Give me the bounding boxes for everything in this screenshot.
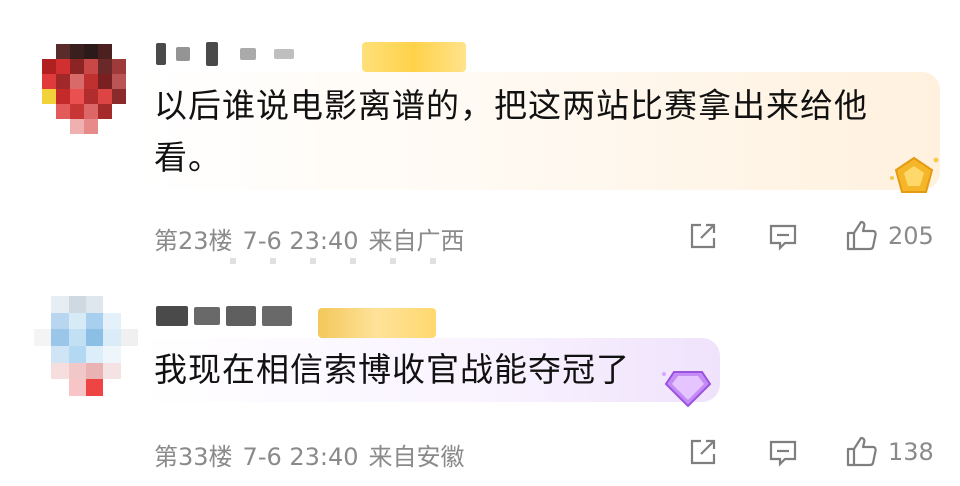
like-button[interactable]: 205 (844, 218, 934, 254)
user-badge (362, 42, 466, 72)
divider-artifact (230, 258, 460, 264)
floor-number: 第33楼 (154, 443, 233, 471)
comment-button[interactable] (766, 435, 800, 469)
avatar[interactable] (42, 44, 126, 134)
comment-item: 以后谁说电影离谱的，把这两站比赛拿出来给他看。 第23楼 7-6 23:40 来自广… (0, 0, 960, 270)
like-button[interactable]: 138 (844, 434, 934, 470)
comment-icon (769, 224, 797, 251)
comment-button[interactable] (766, 219, 800, 253)
comment-actions: 205 (686, 218, 934, 254)
comment-meta: 第33楼 7-6 23:40 来自安徽 (154, 437, 475, 472)
share-button[interactable] (686, 219, 720, 253)
comment-text: 我现在相信索博收官战能夺冠了 (154, 350, 630, 389)
share-icon (690, 439, 716, 465)
like-count: 205 (888, 222, 934, 250)
purple-gem-icon (662, 371, 712, 408)
ip-location: 来自广西 (368, 227, 465, 255)
ip-location: 来自安徽 (368, 443, 465, 471)
avatar[interactable] (34, 296, 138, 396)
username-blurred[interactable] (156, 306, 292, 326)
gold-gem-icon (890, 156, 939, 193)
thumb-up-icon (846, 436, 877, 467)
share-icon (690, 223, 716, 249)
like-count: 138 (888, 438, 934, 466)
comment-icon (769, 440, 797, 467)
comment-time: 7-6 23:40 (242, 443, 359, 471)
floor-number: 第23楼 (154, 227, 233, 255)
comment-text: 以后谁说电影离谱的，把这两站比赛拿出来给他看。 (154, 86, 868, 177)
comment-meta: 第23楼 7-6 23:40 来自广西 (154, 221, 475, 256)
user-badge (318, 308, 436, 338)
comment-time: 7-6 23:40 (242, 227, 359, 255)
comment-actions: 138 (686, 434, 934, 470)
share-button[interactable] (686, 435, 720, 469)
thumb-up-icon (846, 220, 877, 251)
username-blurred[interactable] (156, 42, 294, 66)
